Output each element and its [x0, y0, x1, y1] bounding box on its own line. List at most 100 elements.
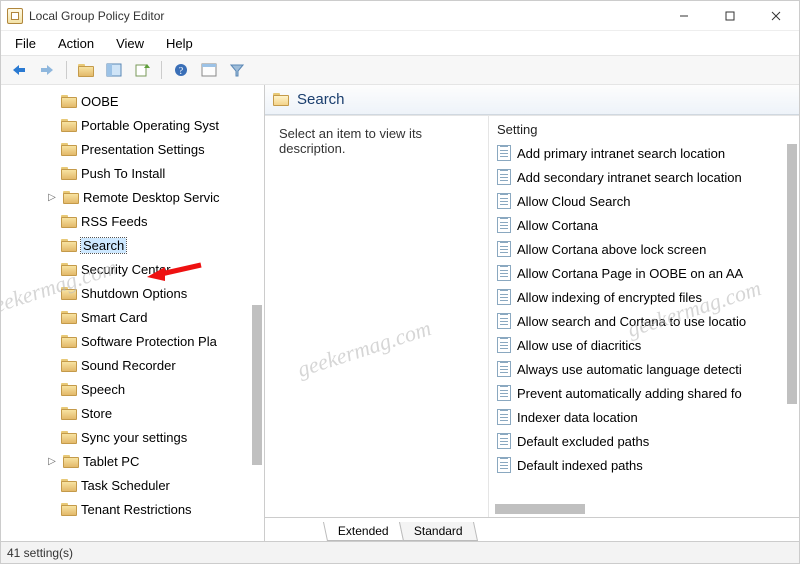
export-list-button[interactable] [130, 58, 154, 82]
app-window: Local Group Policy Editor File Action Vi… [0, 0, 800, 564]
setting-row[interactable]: Allow Cortana [493, 213, 799, 237]
policy-icon [497, 289, 511, 305]
window-title: Local Group Policy Editor [29, 9, 164, 23]
setting-row[interactable]: Allow Cortana above lock screen [493, 237, 799, 261]
tree-item[interactable]: Shutdown Options [1, 281, 264, 305]
menu-action[interactable]: Action [48, 34, 104, 53]
expand-icon[interactable]: ▷ [45, 456, 59, 467]
menu-view[interactable]: View [106, 34, 154, 53]
setting-row[interactable]: Default excluded paths [493, 429, 799, 453]
setting-row[interactable]: Allow Cortana Page in OOBE on an AA [493, 261, 799, 285]
folder-icon [61, 263, 77, 276]
tree-item-label: Remote Desktop Servic [83, 190, 220, 205]
tree-item[interactable]: Smart Card [1, 305, 264, 329]
setting-label: Allow Cortana above lock screen [517, 242, 706, 257]
expand-icon[interactable]: ▷ [45, 192, 59, 203]
policy-icon [497, 193, 511, 209]
tree-item-label: Software Protection Pla [81, 334, 217, 349]
setting-row[interactable]: Add primary intranet search location [493, 141, 799, 165]
setting-row[interactable]: Allow use of diacritics [493, 333, 799, 357]
tree-item[interactable]: Tenant Restrictions [1, 497, 264, 521]
tree-item-label: Speech [81, 382, 125, 397]
tree-item-label: Sync your settings [81, 430, 187, 445]
tree-item[interactable]: ▷ Remote Desktop Servic [1, 185, 264, 209]
close-button[interactable] [753, 1, 799, 31]
policy-icon [497, 385, 511, 401]
column-header-setting[interactable]: Setting [489, 122, 799, 141]
tree-item[interactable]: Search [1, 233, 264, 257]
setting-label: Allow Cortana [517, 218, 598, 233]
tree-item[interactable]: OOBE [1, 89, 264, 113]
setting-row[interactable]: Allow search and Cortana to use locatio [493, 309, 799, 333]
maximize-button[interactable] [707, 1, 753, 31]
setting-label: Add primary intranet search location [517, 146, 725, 161]
tree-item[interactable]: Software Protection Pla [1, 329, 264, 353]
setting-label: Default excluded paths [517, 434, 649, 449]
help-button[interactable]: ? [169, 58, 193, 82]
setting-row[interactable]: Add secondary intranet search location [493, 165, 799, 189]
folder-icon [61, 359, 77, 372]
tree-item[interactable]: Store [1, 401, 264, 425]
forward-button[interactable] [35, 58, 59, 82]
tree-item-label: Tenant Restrictions [81, 502, 192, 517]
folder-icon [61, 119, 77, 132]
tree-item[interactable]: Portable Operating Syst [1, 113, 264, 137]
setting-row[interactable]: Allow Cloud Search [493, 189, 799, 213]
menu-help[interactable]: Help [156, 34, 203, 53]
tree-item[interactable]: Presentation Settings [1, 137, 264, 161]
setting-row[interactable]: Indexer data location [493, 405, 799, 429]
tab-extended[interactable]: Extended [323, 522, 404, 541]
show-hide-tree-button[interactable] [102, 58, 126, 82]
list-vertical-scrollbar[interactable] [787, 144, 797, 404]
tree-item-label: Tablet PC [83, 454, 139, 469]
back-button[interactable] [7, 58, 31, 82]
policy-icon [497, 145, 511, 161]
tree-scrollbar[interactable] [252, 305, 262, 465]
tree-item[interactable]: Sound Recorder [1, 353, 264, 377]
setting-row[interactable]: Always use automatic language detecti [493, 357, 799, 381]
folder-open-icon [273, 93, 289, 106]
tree-item-label: Presentation Settings [81, 142, 205, 157]
setting-row[interactable]: Prevent automatically adding shared fo [493, 381, 799, 405]
tree-item[interactable]: Security Center [1, 257, 264, 281]
tree-item-label: Task Scheduler [81, 478, 170, 493]
setting-label: Add secondary intranet search location [517, 170, 742, 185]
folder-icon [61, 479, 77, 492]
tab-standard[interactable]: Standard [399, 522, 478, 541]
view-tabs: Extended Standard [265, 517, 799, 541]
folder-icon [63, 191, 79, 204]
tree-item[interactable]: ▷ Tablet PC [1, 449, 264, 473]
minimize-button[interactable] [661, 1, 707, 31]
tree-item[interactable]: RSS Feeds [1, 209, 264, 233]
tree-item[interactable]: Sync your settings [1, 425, 264, 449]
filter-button[interactable] [225, 58, 249, 82]
main-content: OOBEPortable Operating Syst Presentation … [1, 85, 799, 541]
toolbar: ? [1, 55, 799, 85]
setting-label: Allow use of diacritics [517, 338, 641, 353]
folder-icon [61, 335, 77, 348]
setting-label: Always use automatic language detecti [517, 362, 742, 377]
list-horizontal-scrollbar[interactable] [495, 504, 585, 514]
up-button[interactable] [74, 58, 98, 82]
folder-icon [61, 95, 77, 108]
folder-icon [61, 215, 77, 228]
description-text: Select an item to view its description. [279, 126, 422, 156]
properties-button[interactable] [197, 58, 221, 82]
toolbar-separator [161, 61, 162, 79]
policy-icon [497, 169, 511, 185]
menubar: File Action View Help [1, 31, 799, 55]
policy-icon [497, 409, 511, 425]
menu-file[interactable]: File [5, 34, 46, 53]
folder-icon [61, 503, 77, 516]
tree-item[interactable]: Task Scheduler [1, 473, 264, 497]
policy-icon [497, 433, 511, 449]
setting-row[interactable]: Allow indexing of encrypted files [493, 285, 799, 309]
setting-label: Default indexed paths [517, 458, 643, 473]
tree-item[interactable]: Push To Install [1, 161, 264, 185]
app-icon [7, 8, 23, 24]
setting-row[interactable]: Default indexed paths [493, 453, 799, 477]
tree-item[interactable]: Speech [1, 377, 264, 401]
folder-up-icon [78, 64, 94, 77]
policy-icon [497, 265, 511, 281]
folder-icon [63, 455, 79, 468]
